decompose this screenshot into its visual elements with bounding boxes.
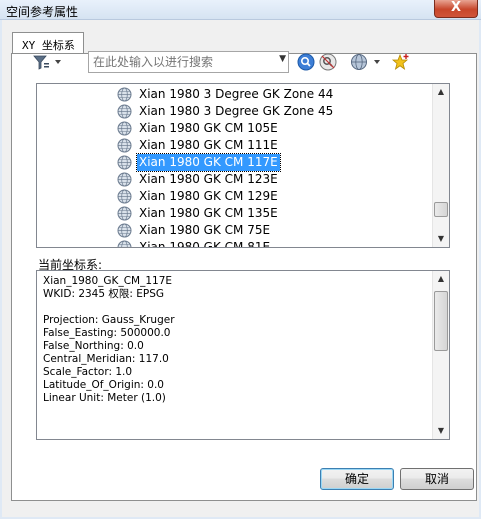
filter-button[interactable] (31, 52, 65, 72)
search-box[interactable]: ▼ (88, 51, 289, 73)
favorites-button[interactable] (391, 53, 411, 71)
globe-icon (117, 104, 132, 119)
globe-icon (117, 121, 132, 136)
scroll-thumb[interactable] (434, 291, 448, 351)
details-scrollbar[interactable]: ▲ ▼ (432, 271, 449, 439)
scroll-up-arrow[interactable]: ▲ (433, 84, 449, 100)
filter-icon (33, 55, 61, 70)
globe-icon (117, 172, 132, 187)
tree-item-label: Xian 1980 GK CM 135E (139, 206, 278, 220)
search-icon (297, 53, 315, 71)
globe-icon (117, 223, 132, 238)
search-input[interactable] (89, 52, 269, 72)
coordinate-system-tree[interactable]: Xian 1980 3 Degree GK Zone 44 Xian 1980 … (36, 83, 450, 248)
globe-add-icon (351, 54, 380, 70)
tree-item-label: Xian 1980 GK CM 123E (139, 172, 278, 186)
globe-icon (117, 155, 132, 170)
clear-search-icon (319, 53, 337, 71)
tree-item-label: Xian 1980 GK CM 117E (136, 153, 281, 172)
globe-icon (117, 240, 132, 247)
coordinate-system-details[interactable]: Xian_1980_GK_CM_117E WKID: 2345 权限: EPSG… (36, 270, 450, 440)
tree-item-label: Xian 1980 3 Degree GK Zone 44 (139, 87, 334, 101)
tree-scrollbar[interactable]: ▲ ▼ (432, 84, 449, 247)
title-bar: 空间参考属性 X (0, 0, 481, 20)
globe-icon (117, 189, 132, 204)
tree-item-label: Xian 1980 GK CM 75E (139, 223, 271, 237)
scroll-down-arrow[interactable]: ▼ (433, 231, 449, 247)
scroll-down-arrow[interactable]: ▼ (433, 423, 449, 439)
add-coordinate-system-dropdown[interactable] (350, 53, 384, 71)
tree-item-label: Xian 1980 GK CM 81E (139, 240, 271, 248)
globe-icon (117, 138, 132, 153)
search-button[interactable] (297, 53, 315, 71)
tree-item-label: Xian 1980 GK CM 105E (139, 121, 278, 135)
cancel-button[interactable]: 取消 (400, 468, 474, 490)
clear-search-button[interactable] (319, 53, 337, 71)
ok-button[interactable]: 确定 (320, 468, 394, 490)
scroll-thumb[interactable] (434, 202, 448, 217)
chevron-down-icon[interactable]: ▼ (279, 54, 286, 64)
globe-icon (117, 206, 132, 221)
star-icon (391, 53, 409, 70)
details-text: Xian_1980_GK_CM_117E WKID: 2345 权限: EPSG… (43, 275, 175, 404)
tab-xy-coordinate-system[interactable]: XY 坐标系 (12, 32, 84, 54)
tree-item-label: Xian 1980 3 Degree GK Zone 45 (139, 104, 334, 118)
globe-icon (117, 87, 132, 102)
tree-item-label: Xian 1980 GK CM 111E (139, 138, 278, 152)
close-button[interactable]: X (434, 0, 478, 18)
tree-item-label: Xian 1980 GK CM 129E (139, 189, 278, 203)
window-title: 空间参考属性 (6, 5, 79, 19)
scroll-up-arrow[interactable]: ▲ (433, 271, 449, 287)
